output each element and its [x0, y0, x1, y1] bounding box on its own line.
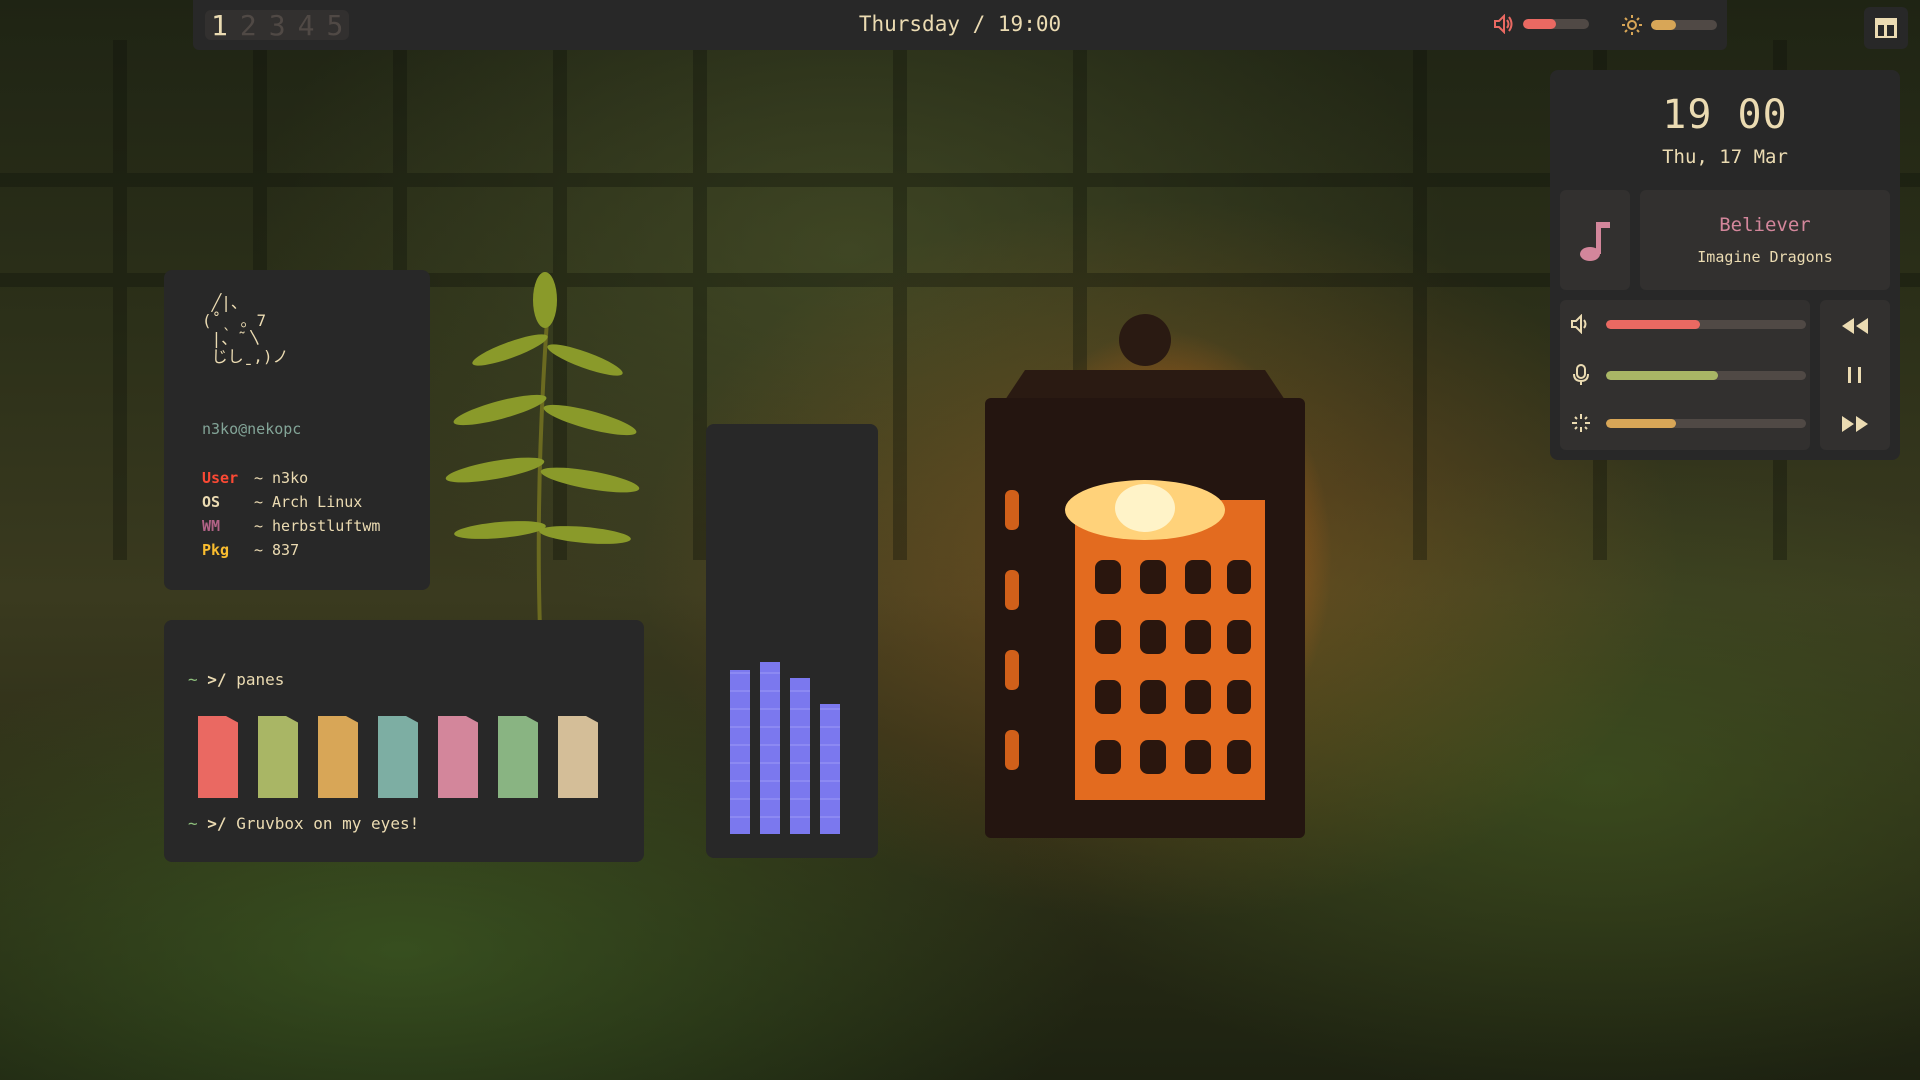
- color-swatch: [438, 716, 478, 798]
- sysinfo-key: OS: [202, 493, 221, 511]
- sysinfo-key: User: [202, 469, 239, 487]
- media-controls: [1820, 300, 1890, 450]
- song-title: Believer: [1719, 214, 1811, 236]
- panes-footer: ~ >/ Gruvbox on my eyes!: [188, 814, 419, 833]
- bar-volume[interactable]: [1493, 14, 1589, 34]
- color-swatch: [198, 716, 238, 798]
- color-swatch: [558, 716, 598, 798]
- music-icon-box: [1560, 190, 1630, 290]
- volume-slider-fill: [1606, 319, 1700, 329]
- sysinfo-separator: ~: [254, 469, 264, 487]
- volume-slider[interactable]: [1606, 319, 1806, 329]
- layout-toggle-button[interactable]: [1864, 7, 1908, 49]
- user-host: n3ko@nekopc: [202, 420, 302, 438]
- visualizer-bars: [730, 634, 840, 834]
- audio-visualizer-card: [706, 424, 878, 858]
- lantern: [985, 314, 1305, 838]
- sysinfo-value: herbstluftwm: [272, 517, 381, 535]
- clock-minute: 00: [1737, 92, 1788, 138]
- bar-brightness-track[interactable]: [1651, 20, 1717, 30]
- prompt-arrow: >/: [207, 814, 227, 833]
- color-swatch: [258, 716, 298, 798]
- dashboard-clock: 19 00: [1550, 92, 1900, 138]
- fern-plant: [445, 272, 640, 630]
- clock-hour: 19: [1662, 92, 1713, 138]
- volume-slider-row[interactable]: [1570, 314, 1806, 334]
- brightness-icon: [1572, 414, 1590, 432]
- pause-icon: [1848, 367, 1861, 383]
- sysinfo-row-os: OS ~ Arch Linux: [202, 490, 380, 514]
- color-swatches: [198, 716, 598, 798]
- bar-brightness[interactable]: [1621, 14, 1717, 36]
- prompt-arrow: >/: [207, 670, 227, 689]
- sliders-box: [1560, 300, 1810, 450]
- music-note-icon: [1580, 222, 1610, 261]
- mic-slider-row[interactable]: [1570, 364, 1806, 386]
- dashboard-panel: 19 00 Thu, 17 Mar Believer Imagine Drago…: [1550, 70, 1900, 460]
- dashboard-date: Thu, 17 Mar: [1662, 146, 1788, 168]
- visualizer-bar: [820, 704, 840, 834]
- sysinfo-row-user: User ~ n3ko: [202, 466, 380, 490]
- panes-card: ~ >/ panes ~ >/ Gruvbox on my eyes!: [164, 620, 644, 862]
- sysinfo-row-pkg: Pkg ~837: [202, 538, 380, 562]
- color-swatch: [318, 716, 358, 798]
- sysinfo-value: Arch Linux: [272, 493, 363, 511]
- footer-text: Gruvbox on my eyes!: [236, 814, 420, 833]
- prompt-tilde: ~: [188, 670, 198, 689]
- microphone-icon: [1573, 364, 1589, 385]
- visualizer-bar: [730, 670, 750, 834]
- sysinfo-key: Pkg: [202, 541, 230, 559]
- brightness-icon: [1622, 15, 1642, 35]
- bar-volume-fill: [1523, 19, 1556, 29]
- brightness-slider-fill: [1606, 418, 1676, 428]
- sysinfo-card: ╱|、 (˚ˎ 。7 |、˜〵 じしˍ,)ノ n3ko@nekopc User ~…: [164, 270, 430, 590]
- mic-slider[interactable]: [1606, 370, 1806, 380]
- mic-slider-fill: [1606, 370, 1718, 380]
- prompt-command: panes: [236, 670, 285, 689]
- color-swatch: [498, 716, 538, 798]
- previous-button[interactable]: [1820, 306, 1890, 346]
- sysinfo-key: WM: [202, 517, 221, 535]
- now-playing: Believer Imagine Dragons: [1640, 190, 1890, 290]
- sysinfo-value: n3ko: [272, 469, 309, 487]
- sysinfo-separator: ~: [254, 541, 264, 559]
- sysinfo-separator: ~: [254, 493, 264, 511]
- visualizer-bar: [760, 662, 780, 834]
- volume-icon: [1494, 14, 1513, 34]
- sysinfo-row-wm: WM ~ herbstluftwm: [202, 514, 380, 538]
- bar-volume-track[interactable]: [1523, 19, 1589, 29]
- next-button[interactable]: [1820, 404, 1890, 444]
- fast-forward-icon: [1842, 416, 1868, 432]
- prompt-tilde: ~: [188, 814, 198, 833]
- color-swatch: [378, 716, 418, 798]
- cat-ascii-art: ╱|、 (˚ˎ 。7 |、˜〵 じしˍ,)ノ: [202, 293, 289, 366]
- layout-icon: [1875, 18, 1897, 38]
- brightness-slider-row[interactable]: [1570, 412, 1806, 434]
- sysinfo-list: User ~ n3ko OS ~ Arch Linux WM ~ herbstluftwm Pkg…: [202, 466, 380, 562]
- sysinfo-value: 837: [272, 541, 300, 559]
- rewind-icon: [1842, 318, 1868, 334]
- bar-brightness-fill: [1651, 20, 1677, 30]
- volume-icon: [1571, 314, 1587, 334]
- panes-prompt: ~ >/ panes: [188, 670, 284, 689]
- sysinfo-separator: ~: [254, 517, 264, 535]
- top-bar: 12345 Thursday / 19:00: [193, 0, 1727, 50]
- pause-button[interactable]: [1820, 355, 1890, 395]
- song-artist: Imagine Dragons: [1697, 248, 1833, 266]
- brightness-slider[interactable]: [1606, 418, 1806, 428]
- visualizer-bar: [790, 678, 810, 834]
